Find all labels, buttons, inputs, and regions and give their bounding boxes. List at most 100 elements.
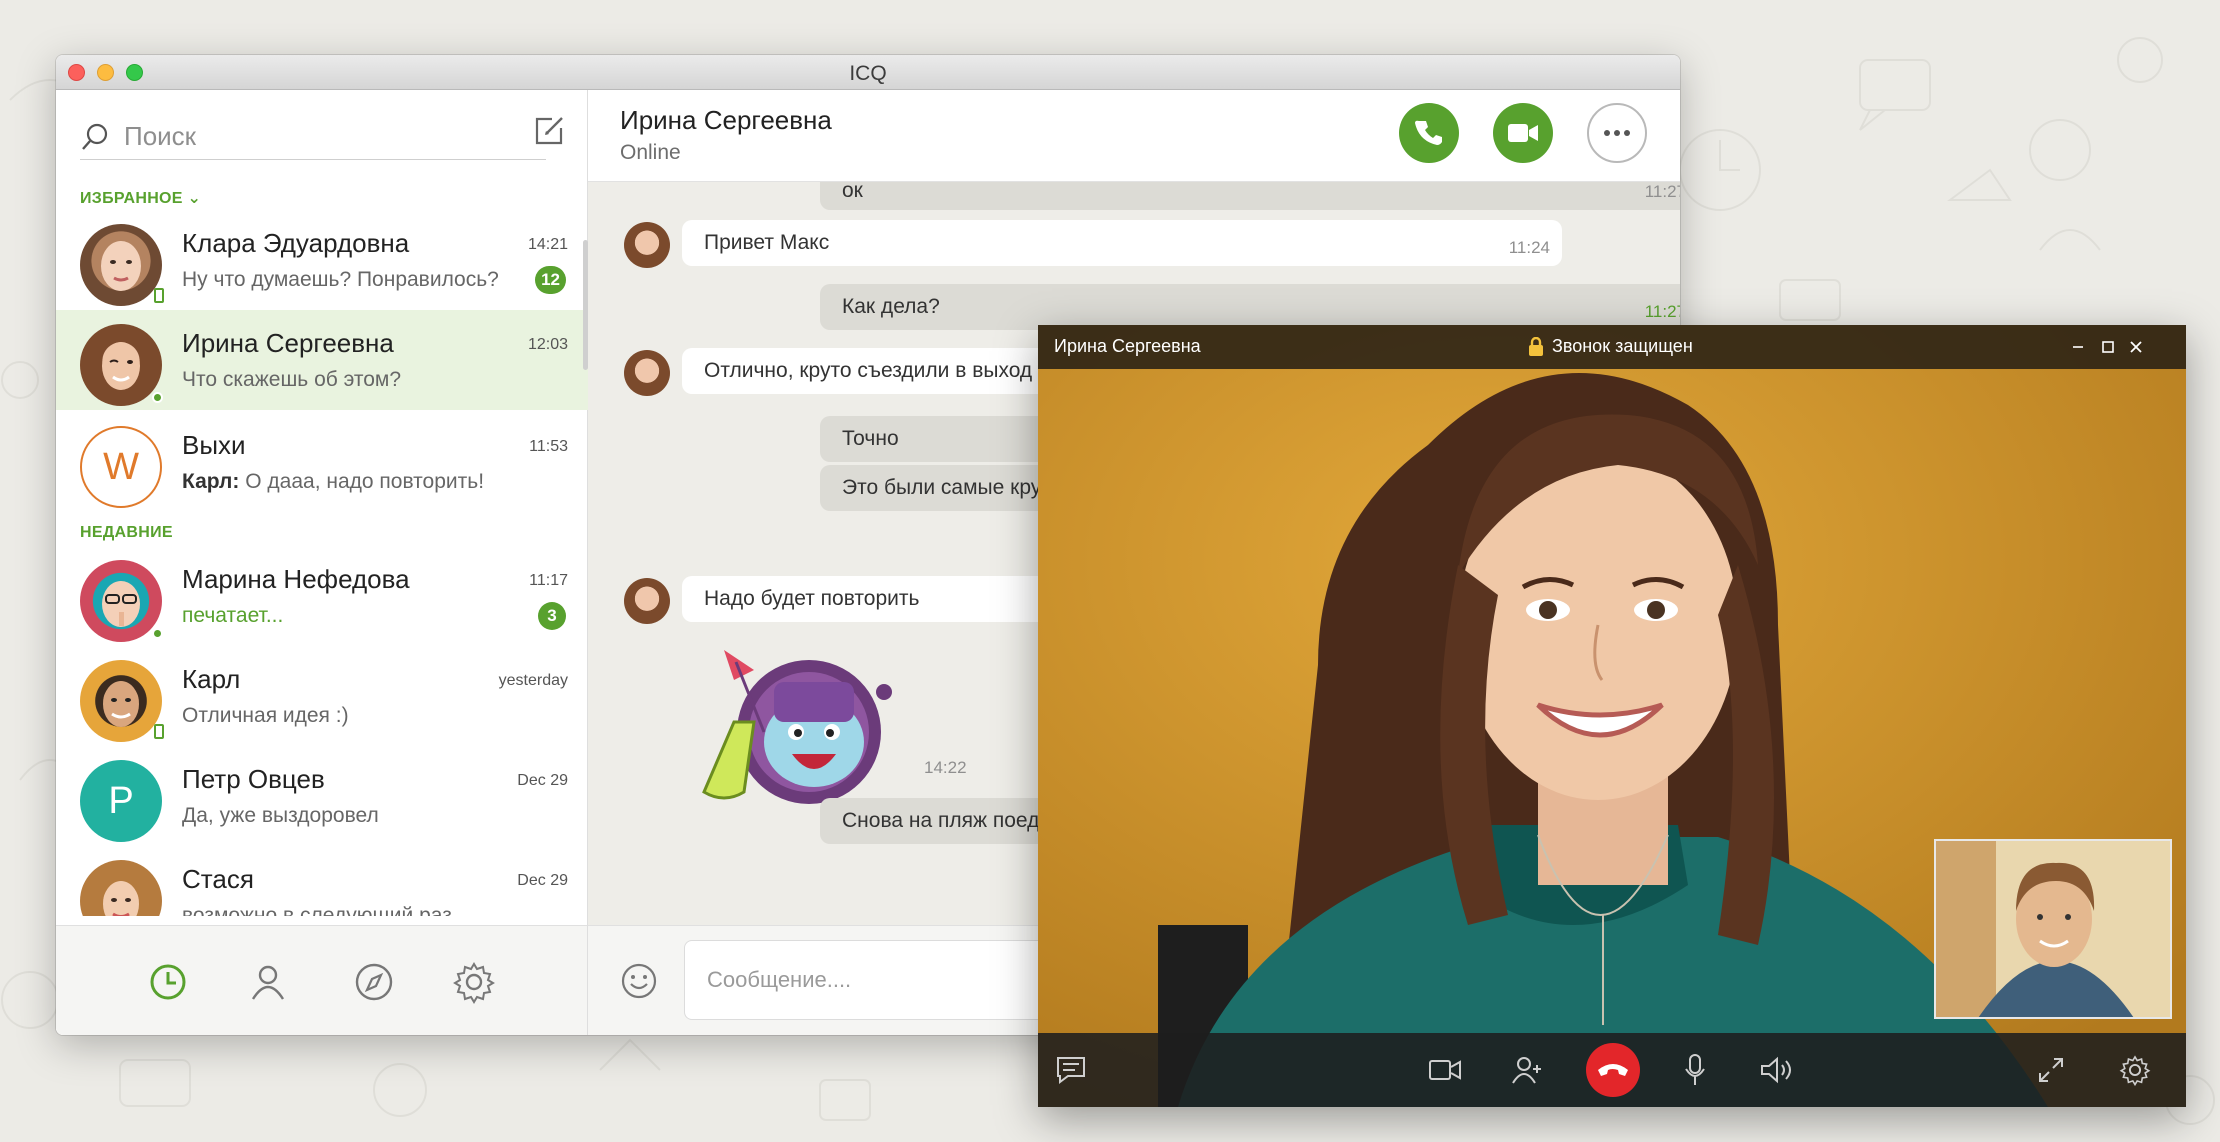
- search-bar: [80, 114, 546, 160]
- self-video-feed: [1936, 841, 2170, 1017]
- search-input[interactable]: [124, 118, 504, 154]
- contact-last-message: возможно в следующий раз: [182, 904, 452, 916]
- message-bubble-out: ок 11:27: [820, 182, 1680, 210]
- video-camera-icon: [1429, 1060, 1461, 1080]
- message-text: О дааа, надо повторить!: [245, 470, 485, 493]
- contact-row[interactable]: P Петр Овцев Dec 29 Да, уже выздоровел: [56, 746, 588, 846]
- contact-row-active[interactable]: Ирина Сергеевна 12:03 Что скажешь об это…: [56, 310, 588, 410]
- sticker-image[interactable]: [684, 632, 904, 812]
- message-text: Надо будет повторить: [704, 587, 920, 610]
- minimize-call-button[interactable]: [2064, 333, 2092, 361]
- avatar-face: [103, 881, 139, 916]
- add-person-icon: [1512, 1057, 1541, 1084]
- gear-icon[interactable]: [452, 960, 496, 1004]
- call-secure-label: Звонок защищен: [1552, 336, 1693, 356]
- maximize-call-button[interactable]: [2094, 333, 2122, 361]
- avatar-face: [103, 681, 139, 727]
- chevron-down-icon: ⌄: [187, 190, 202, 207]
- contact-time: 14:21: [527, 236, 568, 253]
- lock-icon: [1529, 336, 1543, 356]
- unread-badge: 3: [538, 602, 566, 630]
- call-caller-name: Ирина Сергеевна: [1054, 336, 1201, 356]
- online-status-dot: [152, 392, 163, 403]
- contact-last-message: Да, уже выздоровел: [182, 804, 379, 827]
- contact-last-message: Что скажешь об этом?: [182, 368, 402, 391]
- contact-last-message: Карл: О дааа, надо повторить!: [182, 470, 512, 494]
- message-text: Как дела?: [842, 295, 940, 318]
- favorites-label: ИЗБРАННОЕ: [80, 190, 183, 207]
- microphone-icon: [1685, 1054, 1705, 1085]
- avatar: [80, 560, 162, 642]
- phone-icon: [1415, 120, 1442, 145]
- contacts-sidebar: ИЗБРАННОЕ ⌄ Клара Эдуардовна 14:21 Ну чт…: [56, 90, 588, 1035]
- contact-row[interactable]: Стася Dec 29 возможно в следующий раз: [56, 846, 588, 916]
- contact-row[interactable]: Карл yesterday Отличная идея :): [56, 646, 588, 746]
- avatar-letter: W: [80, 426, 162, 508]
- expand-icon: [2039, 1058, 2063, 1082]
- hang-up-icon: [1598, 1064, 1628, 1076]
- voice-call-button[interactable]: [1399, 103, 1459, 163]
- emoji-icon[interactable]: [620, 962, 658, 1000]
- contact-time: Dec 29: [517, 772, 568, 789]
- avatar: [80, 324, 162, 406]
- volume-button[interactable]: [1754, 1047, 1800, 1093]
- contact-row[interactable]: W Выхи 11:53 Карл: О дааа, надо повторит…: [56, 412, 588, 512]
- contact-row[interactable]: Марина Нефедова 11:17 печатает... 3: [56, 546, 588, 646]
- message-sender: Карл:: [182, 470, 240, 493]
- contact-row[interactable]: Клара Эдуардовна 14:21 Ну что думаешь? П…: [56, 210, 588, 310]
- message-time: 11:27: [1644, 302, 1680, 321]
- search-icon: [82, 123, 108, 150]
- call-chat-button[interactable]: [1048, 1047, 1094, 1093]
- message-bubble-in: Привет Макс 11:24: [682, 220, 1562, 266]
- video-camera-icon: [1508, 124, 1538, 142]
- fullscreen-button[interactable]: [2028, 1047, 2074, 1093]
- hang-up-button[interactable]: [1586, 1043, 1640, 1097]
- add-participant-button[interactable]: [1504, 1047, 1550, 1093]
- speaker-icon: [1761, 1056, 1791, 1084]
- mobile-status-icon: [154, 288, 164, 303]
- message-text: ок: [842, 182, 863, 202]
- message-text: Точно: [842, 427, 899, 450]
- compose-icon[interactable]: [532, 114, 566, 148]
- typing-indicator: печатает...: [182, 604, 284, 627]
- contact-last-message: Ну что думаешь? Понравилось?: [182, 268, 499, 291]
- window-titlebar: ICQ: [56, 55, 1680, 90]
- more-dots-icon: [1604, 130, 1630, 136]
- contact-time: yesterday: [498, 672, 568, 689]
- self-video-preview[interactable]: [1934, 839, 2172, 1019]
- message-time: 11:24: [1508, 238, 1550, 257]
- window-title: ICQ: [849, 62, 887, 85]
- sticker-time: 14:22: [924, 758, 967, 777]
- toggle-camera-button[interactable]: [1422, 1047, 1468, 1093]
- online-status-dot: [152, 628, 163, 639]
- favorites-section-title[interactable]: ИЗБРАННОЕ ⌄: [80, 188, 201, 208]
- avatar: [80, 224, 162, 306]
- chat-header: Ирина Сергеевна Online: [588, 90, 1680, 182]
- avatar: [80, 660, 162, 742]
- bottom-navigation: [56, 925, 587, 1035]
- sender-avatar: [624, 578, 670, 624]
- close-call-window-button[interactable]: [2122, 333, 2150, 361]
- contact-name: Марина Нефедова: [182, 564, 410, 594]
- message-time: 11:27: [1644, 182, 1680, 201]
- person-icon[interactable]: [246, 960, 290, 1004]
- chat-contact-status: Online: [620, 141, 681, 164]
- message-text: Привет Макс: [704, 231, 830, 254]
- video-call-button[interactable]: [1493, 103, 1553, 163]
- call-settings-button[interactable]: [2112, 1047, 2158, 1093]
- compass-icon[interactable]: [352, 960, 396, 1004]
- sender-avatar: [624, 222, 670, 268]
- message-text: Отлично, круто съездили в выход: [704, 359, 1033, 382]
- chat-contact-name: Ирина Сергеевна: [620, 105, 832, 135]
- mute-microphone-button[interactable]: [1672, 1047, 1718, 1093]
- call-controls: [1038, 1033, 2186, 1107]
- message-bubble-out: Как дела? 11:27: [820, 284, 1680, 330]
- avatar-face: [102, 342, 140, 390]
- clock-icon[interactable]: [146, 960, 190, 1004]
- gear-icon: [2119, 1055, 2151, 1086]
- contact-name: Выхи: [182, 430, 246, 460]
- close-icon: [2130, 341, 2142, 353]
- call-titlebar: Ирина Сергеевна Звонок защищен: [1038, 325, 2186, 369]
- avatar: [80, 860, 162, 916]
- more-options-button[interactable]: [1587, 103, 1647, 163]
